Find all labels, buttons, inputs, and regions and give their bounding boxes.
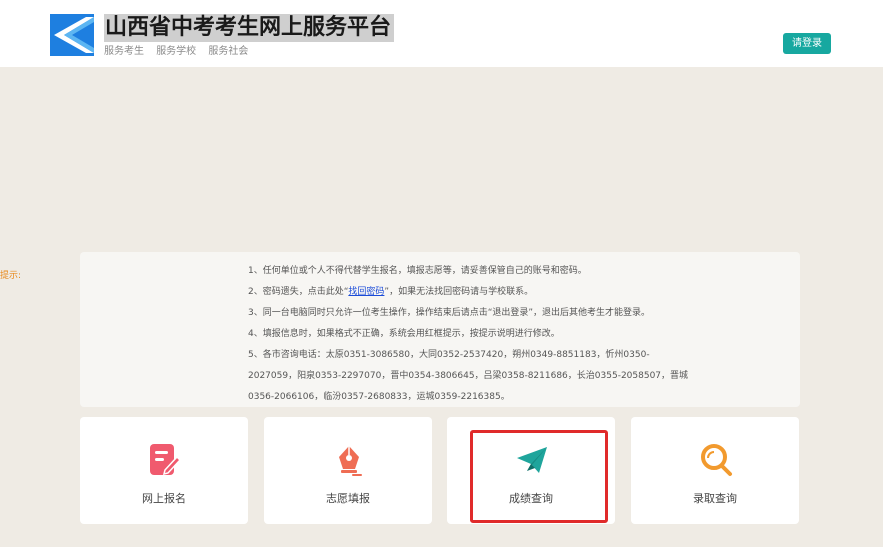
recover-password-link[interactable]: 找回密码 <box>348 287 384 297</box>
online-registration-card[interactable]: 网上报名 <box>80 417 248 524</box>
card-label: 网上报名 <box>142 492 186 505</box>
notice-item-5-line-3: 0356-2066106，临汾0357-2680833，运城0359-22163… <box>248 392 510 402</box>
site-subtitle: 服务考生 服务学校 服务社会 <box>104 42 257 57</box>
pen-nib-icon <box>339 446 362 476</box>
highlight-box <box>470 430 608 523</box>
notice-item-1: 1、任何单位或个人不得代替学生报名，填报志愿等，请妥善保管自己的账号和密码。 <box>248 266 587 276</box>
card-label: 志愿填报 <box>326 492 370 505</box>
notice-item-2-suffix: ”，如果无法找回密码请与学校联系。 <box>384 287 534 297</box>
notice-item-2-text: 2、密码遗失，点击此处“ <box>248 287 349 297</box>
edit-form-icon <box>150 444 182 476</box>
notice-item-2: 2、密码遗失，点击此处“找回密码”，如果无法找回密码请与学校联系。 <box>248 282 688 303</box>
subnav-serve-students: 服务考生 <box>104 46 144 57</box>
subnav-serve-society: 服务社会 <box>208 46 249 57</box>
notice-item-3: 3、同一台电脑同时只允许一位考生操作，操作结束后请点击“退出登录”，退出后其他考… <box>248 308 651 318</box>
magnifier-icon <box>701 444 732 476</box>
subnav-serve-schools: 服务学校 <box>156 46 197 57</box>
notice-list: 1、任何单位或个人不得代替学生报名，填报志愿等，请妥善保管自己的账号和密码。 2… <box>248 261 688 408</box>
admission-query-card[interactable]: 录取查询 <box>631 417 799 524</box>
platform-logo <box>50 14 94 56</box>
notice-item-5-line-2: 2027059，阳泉0353-2297070，晋中0354-3806645，吕梁… <box>248 371 689 381</box>
login-button[interactable]: 请登录 <box>783 33 831 54</box>
notice-item-5-line-1: 5、各市咨询电话：太原0351-3086580，大同0352-2537420，朔… <box>248 350 650 360</box>
notice-item-4: 4、填报信息时，如果格式不正确，系统会用红框提示，按提示说明进行修改。 <box>248 329 560 339</box>
tip-label: 提示: <box>0 271 22 281</box>
site-title: 山西省中考考生网上服务平台 <box>104 14 395 42</box>
notice-panel: 1、任何单位或个人不得代替学生报名，填报志愿等，请妥善保管自己的账号和密码。 2… <box>80 252 800 407</box>
card-label: 录取查询 <box>693 492 737 505</box>
header: 山西省中考考生网上服务平台 服务考生 服务学校 服务社会 请登录 <box>0 0 883 67</box>
application-fill-card[interactable]: 志愿填报 <box>264 417 432 524</box>
